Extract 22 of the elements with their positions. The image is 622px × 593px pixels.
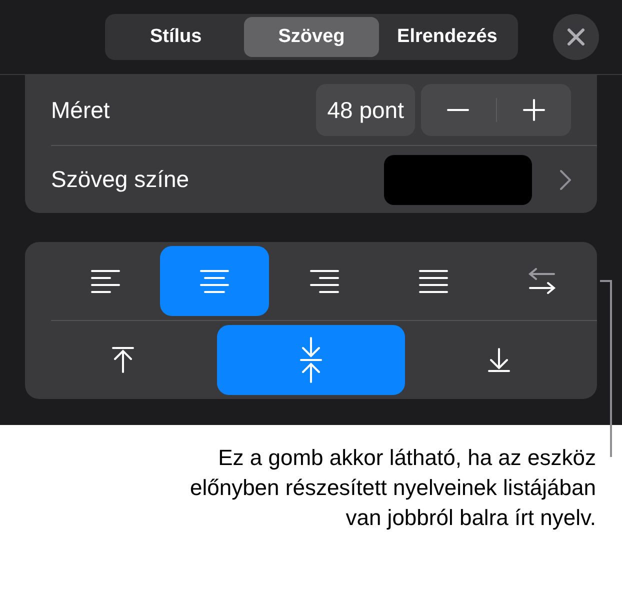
tab[interactable]: Stílus (108, 17, 244, 57)
callout-text: Ez a gomb akkor látható, ha az eszköz előnyben részesített nyelveinek listájában van jobbról balra írt nyelv. (188, 444, 596, 532)
alignment-button[interactable] (160, 246, 270, 316)
align-right-icon (310, 269, 338, 293)
plus-icon (522, 99, 545, 121)
align-middle-icon (300, 337, 322, 383)
color-swatch[interactable] (384, 154, 532, 204)
align-left-icon (91, 269, 120, 293)
text-direction-icon (528, 268, 556, 294)
text-color-label: Szöveg színe (51, 166, 190, 193)
chevron-right-icon[interactable] (560, 170, 571, 190)
align-center-icon (200, 269, 230, 293)
size-label: Méret (51, 96, 111, 124)
close-button[interactable] (553, 14, 599, 60)
justify-icon (418, 269, 448, 293)
align-top-icon (112, 347, 134, 373)
size-value[interactable]: 48 pont (316, 84, 415, 136)
align-bottom-icon (488, 348, 510, 372)
close-icon (567, 28, 585, 46)
tab[interactable]: Szöveg (244, 17, 380, 57)
minus-icon (447, 108, 470, 112)
tab[interactable]: Elrendezés (379, 17, 516, 57)
